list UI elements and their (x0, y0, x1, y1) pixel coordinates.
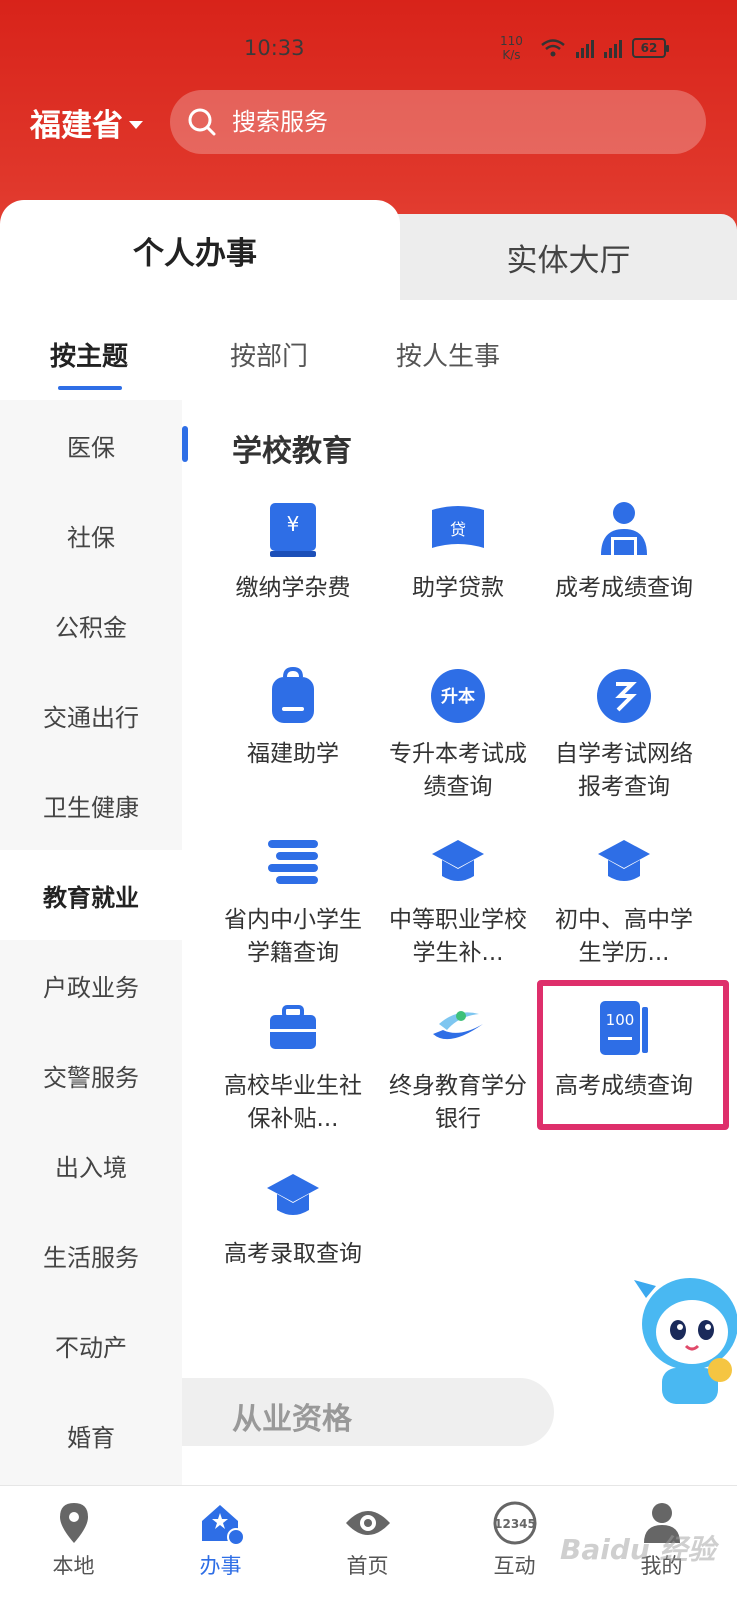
briefcase-icon (263, 998, 323, 1058)
signal-4g-icon (576, 38, 594, 58)
tuition-book-icon: ¥ (263, 500, 323, 560)
sidebar-item-medical-insurance[interactable]: 医保 (0, 400, 182, 490)
hotline-12345-icon: 12345 (490, 1500, 540, 1546)
section-marker (182, 426, 188, 462)
sidebar-item-education-employment[interactable]: 教育就业 (0, 850, 182, 940)
caret-down-icon (129, 120, 143, 129)
subtab-by-department[interactable]: 按部门 (230, 336, 308, 373)
bottom-nav-home[interactable]: 首页 (294, 1486, 441, 1600)
lifelong-edu-icon (428, 998, 488, 1058)
network-speed: 110 K/s (500, 34, 523, 62)
service-upgrade-exam-score[interactable]: 升本 专升本考试成绩查询 (378, 666, 538, 804)
svg-text:升本: 升本 (441, 686, 475, 707)
service-pay-tuition[interactable]: ¥ 缴纳学杂费 (213, 500, 373, 605)
search-icon (188, 108, 216, 136)
sidebar-item-traffic-police[interactable]: 交警服务 (0, 1030, 182, 1120)
wifi-icon (541, 39, 565, 57)
sidebar-item-life-services[interactable]: 生活服务 (0, 1210, 182, 1300)
app-header: 10:33 110 K/s 62 福建省 搜索服务 个人办事 实体大厅 (0, 0, 737, 300)
status-time: 10:33 (244, 36, 305, 60)
status-icons: 62 (540, 38, 669, 58)
province-selector[interactable]: 福建省 (30, 100, 143, 145)
graduation-cap-icon (263, 1166, 323, 1226)
sidebar-item-marriage-childbirth[interactable]: 婚育 (0, 1390, 182, 1480)
service-adult-exam-score[interactable]: 成考成绩查询 (544, 500, 704, 605)
service-fujian-aid[interactable]: 福建助学 (213, 666, 373, 771)
svg-text:¥: ¥ (287, 512, 300, 536)
battery-icon: 62 (632, 38, 669, 58)
bottom-nav-local[interactable]: 本地 (0, 1486, 147, 1600)
backpack-icon (263, 666, 323, 726)
watermark: Baidu 经验 (560, 1533, 716, 1566)
status-bar: 10:33 110 K/s 62 (0, 28, 737, 72)
home-eye-icon (343, 1500, 393, 1546)
self-study-icon (594, 666, 654, 726)
subtab-by-theme[interactable]: 按主题 (50, 336, 128, 373)
upgrade-badge-icon: 升本 (428, 666, 488, 726)
highlight-box (537, 980, 729, 1130)
service-student-status-query[interactable]: 省内中小学生学籍查询 (213, 832, 373, 970)
sidebar-item-exit-entry[interactable]: 出入境 (0, 1120, 182, 1210)
subtab-underline (58, 386, 122, 390)
service-self-study-exam[interactable]: 自学考试网络报考查询 (544, 666, 704, 804)
service-gaokao-admission[interactable]: 高考录取查询 (213, 1166, 373, 1271)
section-title-professional-qualification: 从业资格 (232, 1402, 352, 1437)
subtab-by-life-event[interactable]: 按人生事 (396, 336, 500, 373)
province-label: 福建省 (30, 108, 123, 144)
section-professional-qualification[interactable]: 从业资格 (182, 1378, 554, 1446)
tab-service-hall[interactable]: 实体大厅 (400, 214, 737, 300)
svg-text:12345: 12345 (494, 1517, 536, 1531)
loan-book-icon: 贷 (428, 500, 488, 560)
service-student-loan[interactable]: 贷 助学贷款 (378, 500, 538, 605)
main-tabs: 个人办事 实体大厅 (0, 200, 737, 300)
books-stack-icon (263, 832, 323, 892)
tab-personal-affairs[interactable]: 个人办事 (0, 200, 400, 300)
svg-text:贷: 贷 (450, 520, 466, 539)
search-bar[interactable] (170, 90, 706, 154)
search-input[interactable] (232, 108, 672, 136)
sidebar-item-housing-fund[interactable]: 公积金 (0, 580, 182, 670)
sidebar-item-household[interactable]: 户政业务 (0, 940, 182, 1030)
graduation-cap-icon (594, 832, 654, 892)
mascot-assistant[interactable] (632, 1258, 737, 1408)
graduation-cap-icon (428, 832, 488, 892)
section-title-school-education: 学校教育 (232, 434, 352, 469)
person-desk-icon (594, 500, 654, 560)
signal-5g-icon (604, 38, 622, 58)
sidebar-item-transport[interactable]: 交通出行 (0, 670, 182, 760)
location-pin-icon (49, 1500, 99, 1546)
service-house-icon (196, 1500, 246, 1546)
sidebar-item-health[interactable]: 卫生健康 (0, 760, 182, 850)
content-panel: 按主题 按部门 按人生事 医保 社保 公积金 交通出行 卫生健康 教育就业 户政… (0, 300, 737, 1485)
category-sidebar: 医保 社保 公积金 交通出行 卫生健康 教育就业 户政业务 交警服务 出入境 生… (0, 400, 182, 1485)
service-lifelong-credit-bank[interactable]: 终身教育学分银行 (378, 998, 538, 1136)
sub-tabs: 按主题 按部门 按人生事 (0, 300, 737, 400)
service-vocational-subsidy[interactable]: 中等职业学校学生补... (378, 832, 538, 970)
bottom-nav-services[interactable]: 办事 (147, 1486, 294, 1600)
service-graduate-social-subsidy[interactable]: 高校毕业生社保补贴... (213, 998, 373, 1136)
service-secondary-diploma[interactable]: 初中、高中学生学历... (544, 832, 704, 970)
sidebar-item-real-estate[interactable]: 不动产 (0, 1300, 182, 1390)
sidebar-item-social-security[interactable]: 社保 (0, 490, 182, 580)
